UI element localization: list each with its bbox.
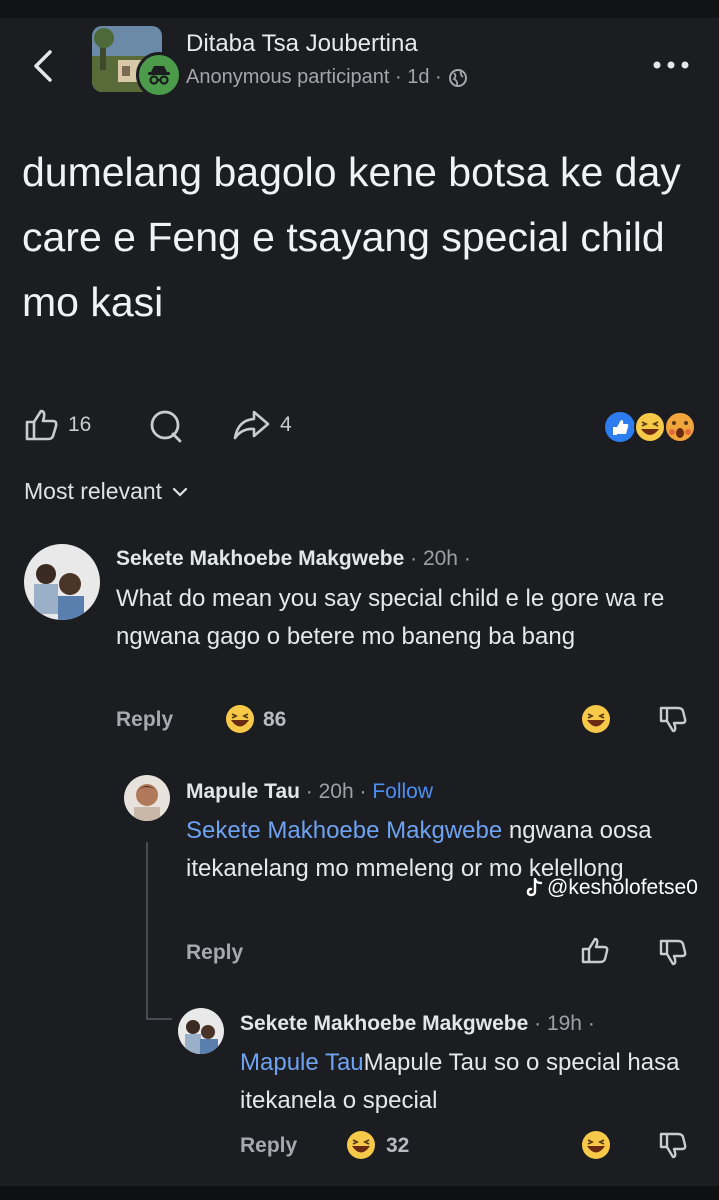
back-arrow-icon[interactable]	[30, 48, 58, 84]
share-count: 4	[280, 413, 292, 436]
comment-time: · 20h ·	[305, 780, 367, 803]
sort-label: Most relevant	[24, 478, 163, 504]
post-meta: Anonymous participant · 1d ·	[186, 66, 468, 89]
follow-link[interactable]: Follow	[372, 780, 433, 803]
avatar[interactable]	[24, 544, 100, 620]
comment-author[interactable]: Sekete Makhoebe Makgwebe · 20h ·	[116, 547, 471, 571]
post-text: dumelang bagolo kene botsa ke day care e…	[22, 149, 681, 325]
comment-time: · 20h ·	[410, 547, 471, 570]
more-options-icon[interactable]	[650, 55, 692, 75]
comment-text: Mapule TauMapule Tau so o special hasa i…	[240, 1044, 680, 1120]
comment-author-name[interactable]: Sekete Makhoebe Makgwebe	[240, 1012, 528, 1035]
post-meta-text: Anonymous participant · 1d ·	[186, 66, 442, 88]
reaction-count: 32	[386, 1134, 410, 1157]
comment-text: What do mean you say special child e le …	[116, 585, 665, 650]
thumbs-down-icon[interactable]	[658, 1130, 688, 1160]
share-arrow-icon	[233, 410, 270, 440]
reply-button[interactable]: Reply	[116, 708, 173, 732]
anonymous-badge-icon	[136, 52, 182, 98]
comment-author-name[interactable]: Sekete Makhoebe Makgwebe	[116, 547, 404, 570]
thumbs-up-icon[interactable]	[580, 936, 610, 966]
haha-like-button[interactable]	[580, 1129, 612, 1161]
comment-author[interactable]: Mapule Tau · 20h · Follow	[186, 780, 433, 804]
haha-reaction-icon	[634, 411, 666, 443]
avatar[interactable]	[178, 1008, 224, 1054]
comment-sort-dropdown[interactable]: Most relevant	[24, 478, 188, 505]
thread-line-branch	[146, 1018, 172, 1020]
haha-like-button[interactable]	[580, 703, 612, 735]
globe-icon	[448, 68, 467, 87]
comment-author[interactable]: Sekete Makhoebe Makgwebe · 19h ·	[240, 1012, 595, 1036]
like-reaction-icon	[605, 412, 635, 442]
mention-link[interactable]: Mapule Tau	[240, 1049, 364, 1076]
status-strip	[0, 0, 719, 18]
thumbs-down-icon[interactable]	[658, 704, 688, 734]
thumbs-down-icon[interactable]	[658, 937, 688, 967]
comment-button[interactable]	[148, 408, 184, 444]
wow-reaction-icon	[664, 411, 696, 443]
thread-line	[146, 842, 148, 1020]
like-count: 16	[68, 413, 92, 436]
reactions-summary[interactable]	[602, 408, 698, 446]
watermark-handle: @kesholofetse0	[547, 876, 698, 899]
chevron-down-icon	[172, 487, 188, 497]
mention-link[interactable]: Sekete Makhoebe Makgwebe	[186, 817, 502, 844]
reaction-count: 86	[263, 708, 287, 731]
comment-author-name[interactable]: Mapule Tau	[186, 780, 300, 803]
avatar[interactable]	[124, 775, 170, 821]
bottom-strip	[0, 1186, 719, 1200]
thumbs-up-icon	[25, 409, 58, 441]
reply-button[interactable]: Reply	[186, 941, 243, 965]
comment-time: · 19h ·	[534, 1012, 595, 1035]
tiktok-logo-icon	[526, 878, 543, 897]
like-button[interactable]: 16	[24, 408, 91, 442]
share-button[interactable]: 4	[232, 408, 292, 442]
comment-bubble-icon	[150, 410, 182, 443]
group-name[interactable]: Ditaba Tsa Joubertina	[186, 30, 418, 58]
reply-button[interactable]: Reply	[240, 1134, 297, 1158]
haha-reaction-icon	[226, 705, 254, 733]
haha-reaction-icon	[347, 1131, 375, 1159]
tiktok-watermark: @kesholofetse0	[526, 876, 698, 900]
